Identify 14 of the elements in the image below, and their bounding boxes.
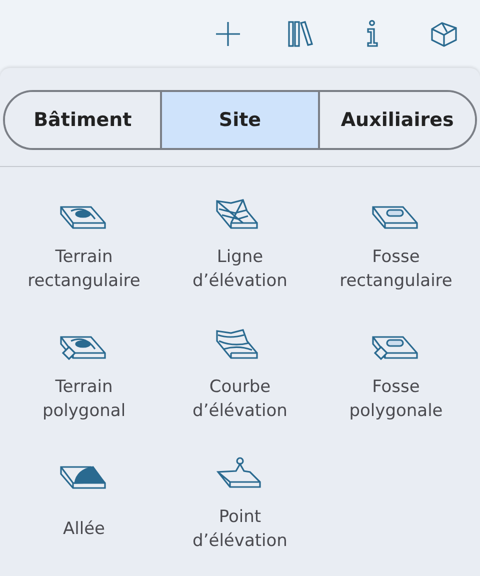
segment-tab[interactable]: Site — [160, 92, 318, 148]
tool-label: Allée — [63, 518, 105, 541]
segmented-control[interactable]: Bâtiment Site Auxiliaires — [3, 90, 477, 150]
tool-label: Fosse polygonale — [349, 376, 443, 423]
add-icon[interactable] — [213, 19, 243, 49]
box-icon[interactable] — [429, 19, 459, 49]
tool-label: Courbe d’élévation — [192, 376, 288, 423]
tool-label: Ligne d’élévation — [192, 246, 288, 293]
tool-label: Terrain polygonal — [42, 376, 126, 423]
tool-label: Fosse rectangulaire — [340, 246, 452, 293]
tool-label: Terrain rectangulaire — [28, 246, 140, 293]
segment-tab[interactable]: Auxiliaires — [318, 92, 475, 148]
tool-label: Point d’élévation — [192, 506, 288, 553]
books-icon[interactable] — [285, 19, 315, 49]
